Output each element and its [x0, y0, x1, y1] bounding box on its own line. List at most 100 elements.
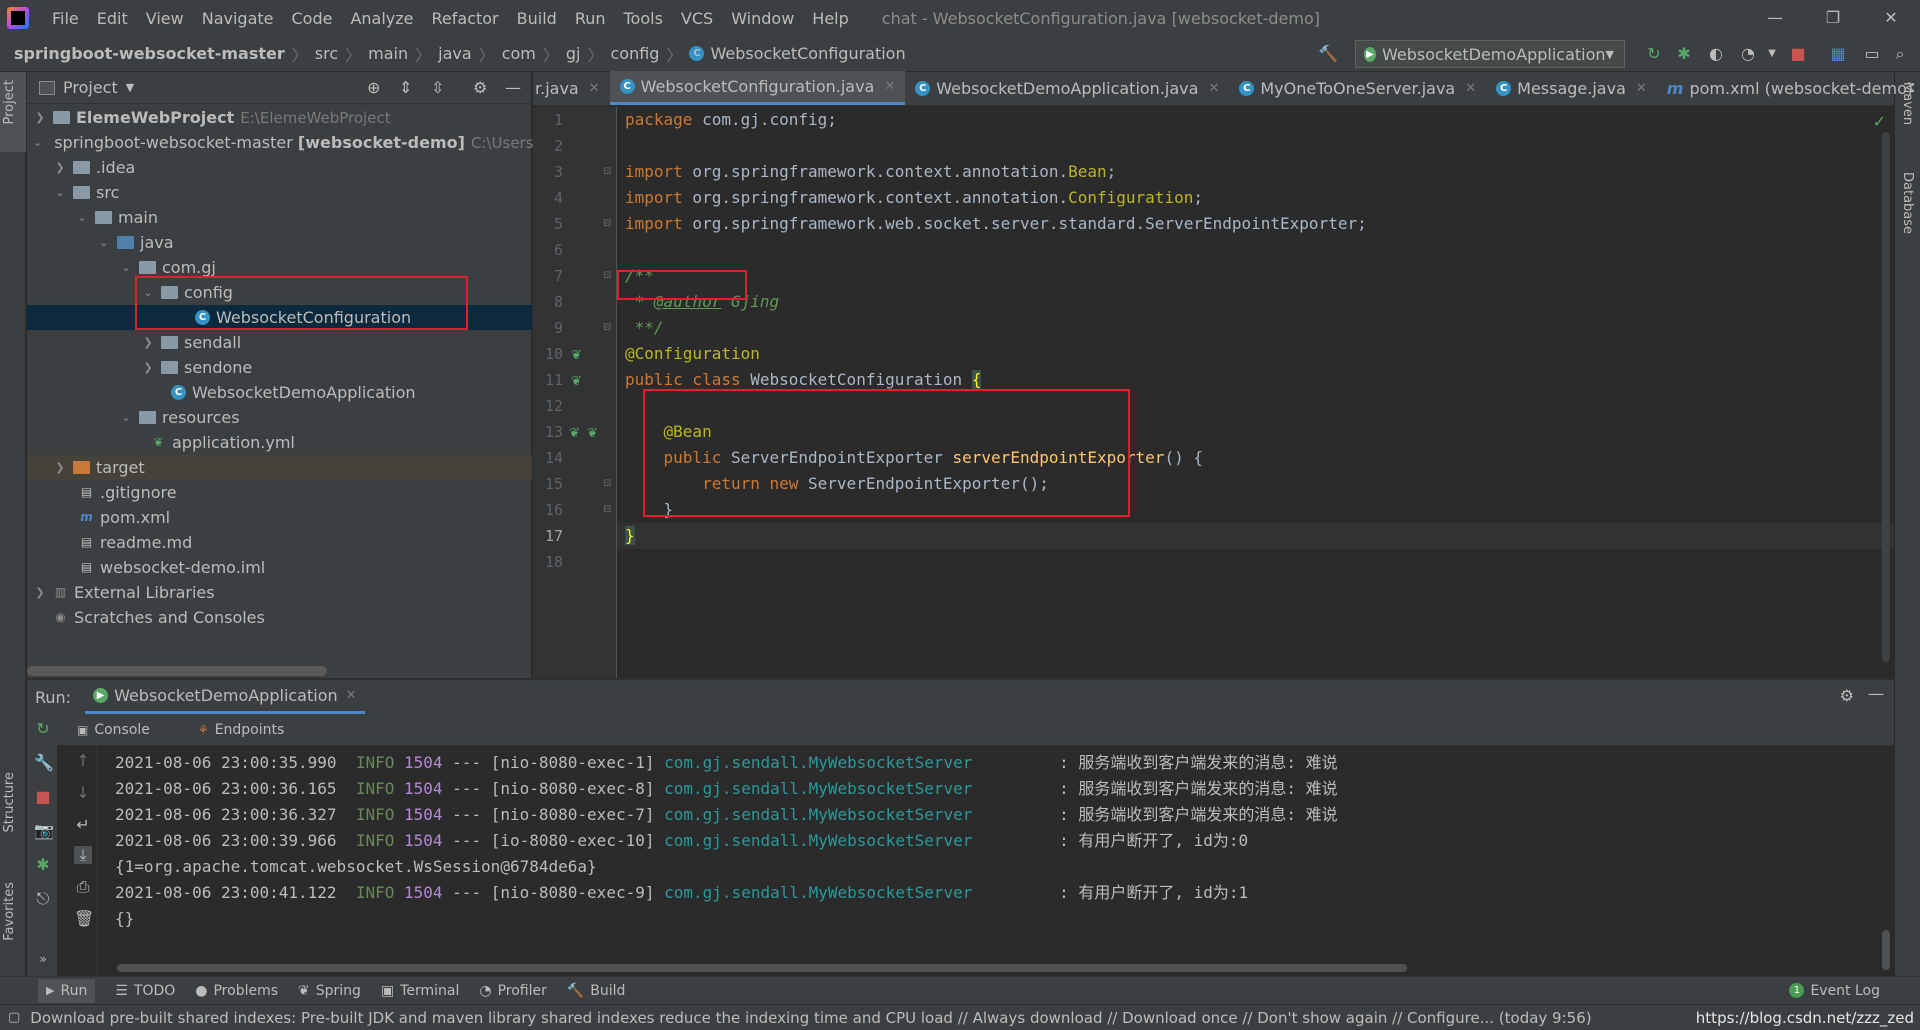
run-tab-websocketdemoapplication[interactable]: ▶ WebsocketDemoApplication ✕	[85, 680, 365, 714]
tree-item-external-libraries[interactable]: ❯ ▥ External Libraries	[27, 580, 532, 605]
menu-navigate[interactable]: Navigate	[193, 9, 283, 28]
spring-bean-icon[interactable]: ❦	[569, 426, 580, 441]
menu-run[interactable]: Run	[566, 9, 615, 28]
console-vertical-scrollbar[interactable]	[1882, 930, 1890, 970]
menu-vcs[interactable]: VCS	[672, 9, 722, 28]
console-horizontal-scrollbar[interactable]	[117, 964, 1407, 972]
close-tab-icon[interactable]: ✕	[1636, 81, 1647, 96]
menu-file[interactable]: File	[43, 9, 88, 28]
breadcrumb-project[interactable]: springboot-websocket-master	[14, 44, 285, 63]
scroll-to-end-icon[interactable]: ⤓	[74, 846, 92, 864]
breadcrumb-class[interactable]: WebsocketConfiguration	[710, 44, 905, 63]
breadcrumb-config[interactable]: config	[611, 44, 660, 63]
close-button[interactable]: ✕	[1862, 0, 1920, 36]
structure-tool-tab[interactable]: Structure	[2, 772, 17, 832]
project-horizontal-scrollbar[interactable]	[27, 666, 327, 676]
tree-item-gitignore[interactable]: ▤ .gitignore	[27, 480, 532, 505]
breadcrumb-gj[interactable]: gj	[566, 44, 581, 63]
debug-icon[interactable]: ✱	[34, 856, 52, 874]
tree-item-application-yml[interactable]: ❦ application.yml	[27, 430, 532, 455]
menu-help[interactable]: Help	[803, 9, 857, 28]
run-configuration-select[interactable]: ▶ WebsocketDemoApplication ▼	[1355, 40, 1625, 68]
wrench-icon[interactable]: 🔧	[34, 754, 54, 772]
tree-item-readme-md[interactable]: ▤ readme.md	[27, 530, 532, 555]
menu-view[interactable]: View	[137, 9, 193, 28]
locate-icon[interactable]: ⊕	[367, 78, 380, 97]
bottom-tab-problems[interactable]: ● Problems	[195, 983, 278, 999]
menu-analyze[interactable]: Analyze	[341, 9, 422, 28]
close-tab-icon[interactable]: ✕	[589, 81, 600, 96]
fold-icon[interactable]: ⊟	[603, 478, 611, 489]
tree-item-elemewebproject[interactable]: ❯ ElemeWebProject E:\ElemeWebProject	[27, 105, 532, 130]
fold-icon[interactable]: ⊟	[603, 270, 611, 281]
print-icon[interactable]: ⎙	[74, 878, 92, 896]
trash-icon[interactable]: 🗑	[74, 910, 94, 928]
tree-item-websocket-demo-iml[interactable]: ▤ websocket-demo.iml	[27, 555, 532, 580]
build-hammer-icon[interactable]: 🔨	[1318, 44, 1338, 64]
tree-item-websocketdemoapplication[interactable]: C WebsocketDemoApplication	[27, 380, 532, 405]
fold-icon[interactable]: ⊟	[603, 166, 611, 177]
menu-tools[interactable]: Tools	[615, 9, 672, 28]
tree-item-resources[interactable]: ⌄ resources	[27, 405, 532, 430]
expand-all-icon[interactable]: ⇕	[399, 78, 412, 97]
tree-item-sendall[interactable]: ❯ sendall	[27, 330, 532, 355]
collapse-all-icon[interactable]: ⇳	[431, 78, 444, 97]
menu-code[interactable]: Code	[283, 9, 342, 28]
rerun-icon[interactable]: ↻	[34, 720, 52, 738]
inspection-ok-icon[interactable]: ✓	[1873, 112, 1886, 131]
tree-item-scratches[interactable]: ◉ Scratches and Consoles	[27, 605, 532, 630]
tab-websocketdemoapplication[interactable]: C WebsocketDemoApplication.java ✕	[905, 71, 1229, 105]
tree-item-springboot-websocket-master[interactable]: ⌄ springboot-websocket-master [websocket…	[27, 130, 539, 155]
tab-server-java[interactable]: r.java ✕	[533, 71, 610, 105]
fold-icon[interactable]: ⊟	[603, 218, 611, 229]
gear-icon[interactable]: ⚙	[1840, 686, 1854, 705]
breadcrumb-src[interactable]: src	[315, 44, 338, 63]
tab-pom-xml[interactable]: mpom.xml (websocket-demo)✕	[1657, 71, 1920, 105]
bottom-tab-profiler[interactable]: ◔ Profiler	[479, 983, 547, 999]
tab-endpoints[interactable]: ⚘ Endpoints	[198, 722, 308, 738]
debug-icon[interactable]: ✱	[1674, 44, 1694, 64]
tree-item-sendone[interactable]: ❯ sendone	[27, 355, 532, 380]
tree-item-src[interactable]: ⌄ src	[27, 180, 532, 205]
bottom-tab-todo[interactable]: ☰ TODO	[115, 983, 175, 999]
tree-item-main[interactable]: ⌄ main	[27, 205, 532, 230]
event-log-button[interactable]: 1 Event Log	[1789, 983, 1880, 999]
menu-window[interactable]: Window	[722, 9, 803, 28]
bottom-tab-build[interactable]: 🔨 Build	[567, 983, 626, 999]
rerun-icon[interactable]: ↻	[1644, 44, 1664, 64]
tree-item-target[interactable]: ❯ target	[27, 455, 532, 480]
breadcrumb-java[interactable]: java	[438, 44, 472, 63]
scroll-up-icon[interactable]: ↑	[74, 752, 92, 770]
close-tab-icon[interactable]: ✕	[346, 688, 357, 703]
camera-icon[interactable]: 📷	[34, 822, 54, 840]
close-tab-icon[interactable]: ✕	[1208, 81, 1219, 96]
chevron-down-icon[interactable]: ▼	[126, 81, 134, 94]
more-run-chevron-icon[interactable]: ▼	[1762, 44, 1782, 64]
spring-bean-icon[interactable]: ❦	[587, 426, 598, 441]
coverage-icon[interactable]: ◐	[1706, 44, 1726, 64]
menu-refactor[interactable]: Refactor	[423, 9, 508, 28]
editor-vertical-scrollbar[interactable]	[1882, 132, 1890, 662]
tree-item-config[interactable]: ⌄ config	[27, 280, 532, 305]
project-structure-icon[interactable]: ▦	[1828, 44, 1848, 64]
gear-icon[interactable]: ⚙	[473, 78, 487, 97]
favorites-tool-tab[interactable]: Favorites	[2, 882, 17, 941]
stop-icon[interactable]: ■	[34, 788, 52, 806]
minimize-button[interactable]: —	[1746, 0, 1804, 36]
hide-icon[interactable]: —	[505, 78, 521, 97]
exit-icon[interactable]: ⎋	[34, 890, 52, 908]
project-tool-tab[interactable]: Project	[2, 80, 17, 124]
menu-build[interactable]: Build	[508, 9, 566, 28]
stop-icon[interactable]: ■	[1788, 44, 1808, 64]
profile-icon[interactable]: ◔	[1738, 44, 1758, 64]
menu-edit[interactable]: Edit	[88, 9, 137, 28]
maximize-button[interactable]: ❐	[1804, 0, 1862, 36]
scroll-down-icon[interactable]: ↓	[74, 784, 92, 802]
database-tool-tab[interactable]: Database	[1900, 172, 1915, 234]
tree-item-websocketconfiguration[interactable]: C WebsocketConfiguration	[27, 305, 532, 330]
search-icon[interactable]: ⌕	[1890, 44, 1910, 64]
tab-message[interactable]: C Message.java ✕	[1486, 71, 1657, 105]
tree-item-java[interactable]: ⌄ java	[27, 230, 532, 255]
tab-myonetooneserver[interactable]: C MyOneToOneServer.java ✕	[1229, 71, 1486, 105]
code-editor[interactable]: package com.gj.config; import org.spring…	[625, 107, 1874, 678]
